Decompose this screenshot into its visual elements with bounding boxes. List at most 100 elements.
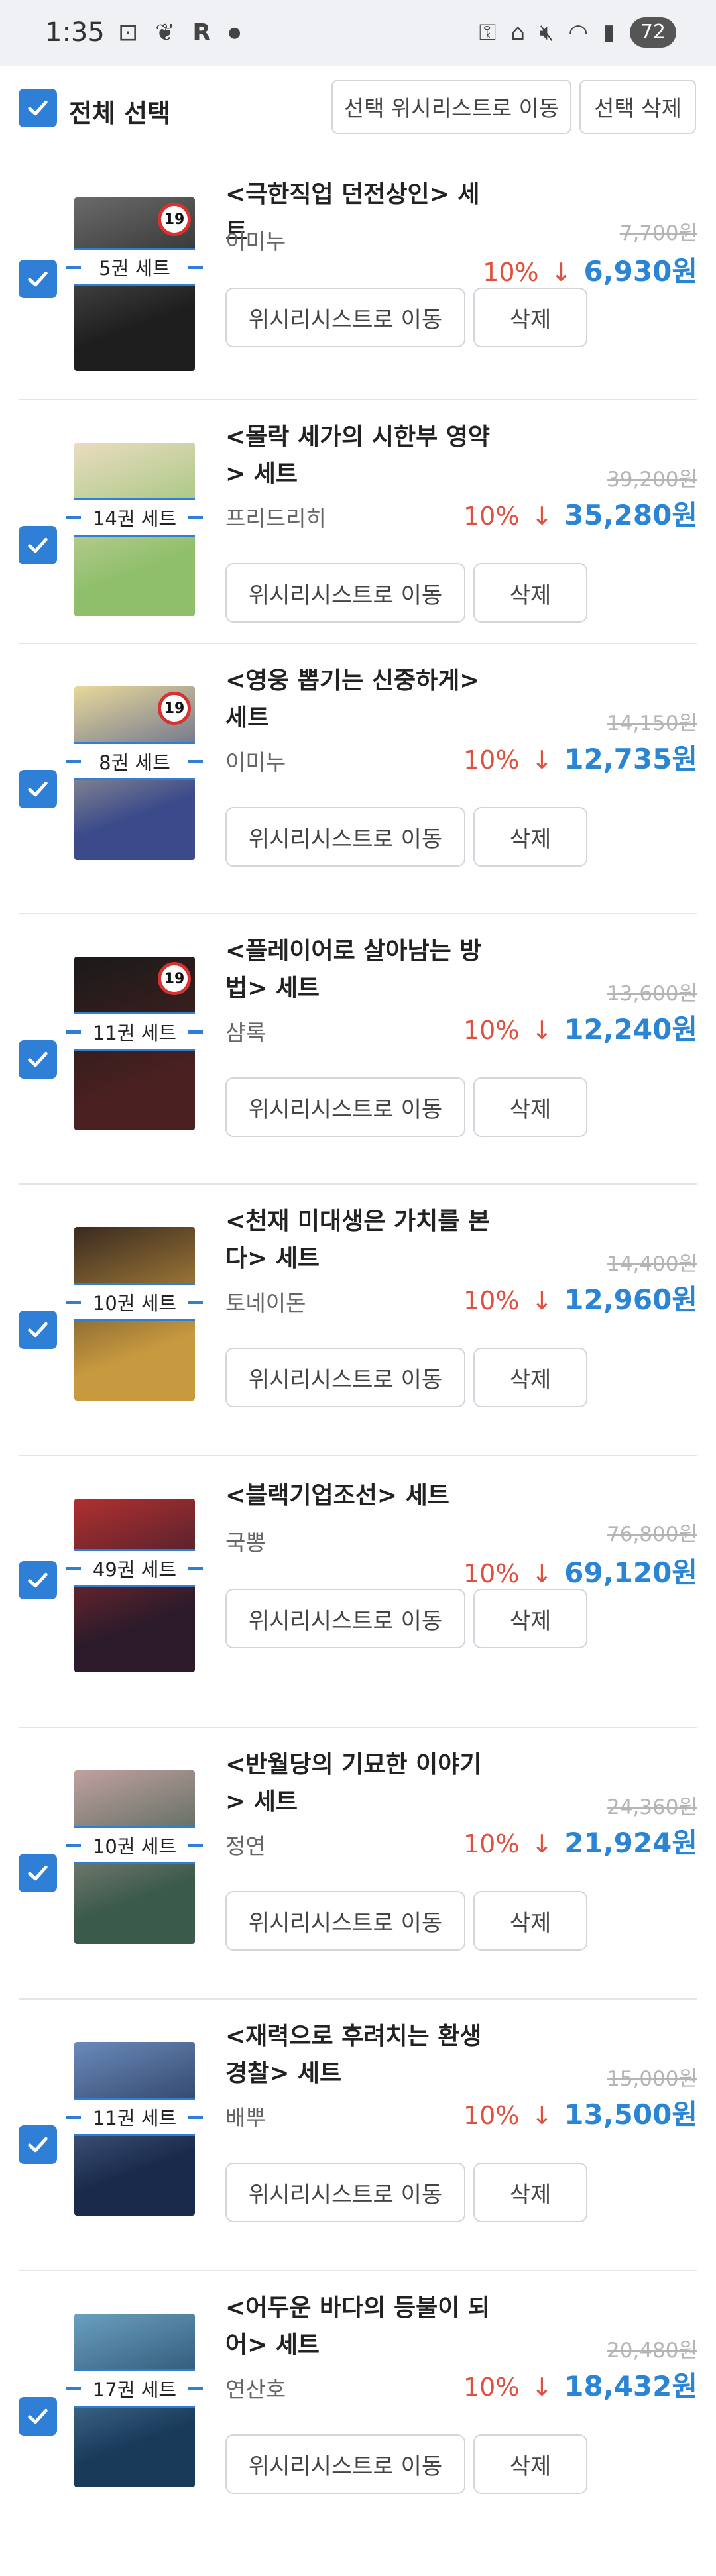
move-to-wishlist-button[interactable]: 위시리시스트로 이동: [225, 2163, 465, 2222]
cart-item: 19 11권 세트 <플레이어로 살아남는 방법> 세트 샴록 13,600원 …: [0, 933, 716, 1198]
item-title[interactable]: <블랙기업조선> 세트: [225, 1477, 491, 1515]
down-arrow-icon: ↓: [531, 1016, 553, 1045]
checkmark-icon: [28, 781, 48, 797]
delete-item-button[interactable]: 삭제: [473, 1589, 587, 1648]
item-author: 토네이돈: [225, 1290, 306, 1316]
item-checkbox[interactable]: [19, 526, 57, 564]
checkmark-icon: [28, 1572, 48, 1588]
item-divider: [19, 643, 697, 644]
move-to-wishlist-button[interactable]: 위시리시스트로 이동: [225, 1348, 465, 1407]
delete-item-button[interactable]: 삭제: [473, 1348, 587, 1407]
down-arrow-icon: ↓: [531, 2373, 553, 2402]
age-rating-badge: 19: [158, 692, 191, 725]
item-divider: [19, 1727, 697, 1728]
item-title[interactable]: <영웅 뽑기는 신중하게> 세트: [225, 663, 491, 737]
original-price: 14,150원: [607, 712, 697, 735]
delete-item-button[interactable]: 삭제: [473, 807, 587, 867]
discount-rate: 10%: [463, 2101, 520, 2130]
delete-item-button[interactable]: 삭제: [473, 2434, 587, 2494]
set-count-badge: 11권 세트: [66, 1012, 203, 1051]
move-to-wishlist-button[interactable]: 위시리시스트로 이동: [225, 1077, 465, 1137]
move-to-wishlist-button[interactable]: 위시리시스트로 이동: [225, 1891, 465, 1951]
delete-selected-button[interactable]: 선택 삭제: [579, 80, 696, 134]
delete-item-button[interactable]: 삭제: [473, 1077, 587, 1137]
checkmark-icon: [28, 2137, 48, 2153]
status-left-icons: ⊡ ❦ R ●: [118, 19, 241, 48]
item-author: 이미누: [225, 749, 286, 775]
move-to-wishlist-button[interactable]: 위시리시스트로 이동: [225, 288, 465, 347]
age-rating-badge: 19: [158, 962, 191, 995]
discount-rate: 10%: [463, 2373, 520, 2402]
delete-item-button[interactable]: 삭제: [473, 288, 587, 347]
original-price: 24,360원: [607, 1796, 697, 1819]
delete-item-button[interactable]: 삭제: [473, 563, 587, 623]
sale-price: 12,960원: [564, 1283, 697, 1316]
original-price: 15,000원: [607, 2067, 697, 2091]
original-price: 14,400원: [607, 1252, 697, 1276]
item-checkbox[interactable]: [19, 770, 57, 808]
r-icon: R: [192, 19, 211, 46]
checkmark-icon: [28, 100, 48, 116]
price-row: 10% ↓ 18,432원: [463, 2364, 697, 2404]
discount-rate: 10%: [463, 502, 520, 531]
home-icon: ⌂: [510, 19, 525, 46]
item-author: 이미누: [225, 229, 286, 254]
item-title[interactable]: <어두운 바다의 등불이 되어> 세트: [225, 2290, 491, 2364]
item-checkbox[interactable]: [19, 1854, 57, 1892]
status-right-icons: ⚿ ⌂ 🔇︎ ◠ ▮ 72: [479, 17, 676, 48]
set-count-badge: 11권 세트: [66, 2098, 203, 2136]
price-row: 10% ↓ 12,960원: [463, 1277, 697, 1318]
item-author: 국뽕: [225, 1530, 266, 1556]
price-row: 10% ↓ 35,280원: [463, 493, 697, 533]
delete-item-button[interactable]: 삭제: [473, 1891, 587, 1951]
sale-price: 69,120원: [564, 1556, 697, 1589]
item-divider: [19, 2270, 697, 2271]
item-checkbox[interactable]: [19, 1311, 57, 1349]
battery-level: 72: [640, 21, 666, 44]
move-to-wishlist-button[interactable]: 위시리시스트로 이동: [225, 807, 465, 867]
item-title[interactable]: <몰락 세가의 시한부 영약> 세트: [225, 419, 491, 493]
checkmark-icon: [28, 537, 48, 553]
set-count-badge: 8권 세트: [66, 742, 203, 780]
cart-item: 49권 세트 <블랙기업조선> 세트 국뽕 76,800원 10% ↓ 69,1…: [0, 1475, 716, 1740]
discount-rate: 10%: [463, 745, 520, 775]
checkmark-icon: [28, 1051, 48, 1067]
down-arrow-icon: ↓: [531, 502, 553, 531]
select-all-label: 전체 선택: [69, 99, 171, 128]
price-row: 10% ↓ 12,735원: [463, 737, 697, 777]
item-title[interactable]: <반월당의 기묘한 이야기> 세트: [225, 1746, 491, 1821]
move-to-wishlist-button[interactable]: 위시리시스트로 이동: [225, 563, 465, 623]
move-to-wishlist-button[interactable]: 위시리시스트로 이동: [225, 1589, 465, 1648]
item-checkbox[interactable]: [19, 260, 57, 298]
item-checkbox[interactable]: [19, 2397, 57, 2436]
down-arrow-icon: ↓: [531, 1286, 553, 1315]
item-title[interactable]: <천재 미대생은 가치를 본다> 세트: [225, 1203, 491, 1277]
item-title[interactable]: <플레이어로 살아남는 방법> 세트: [225, 933, 491, 1007]
select-all-row: 전체 선택 선택 위시리스트로 이동 선택 삭제: [0, 66, 716, 152]
move-selected-to-wishlist-button[interactable]: 선택 위시리스트로 이동: [331, 80, 571, 134]
item-author: 정연: [225, 1833, 266, 1859]
item-divider: [19, 913, 697, 914]
cart-item: 17권 세트 <어두운 바다의 등불이 되어> 세트 연산호 20,480원 1…: [0, 2290, 716, 2555]
item-divider: [19, 1183, 697, 1185]
delete-item-button[interactable]: 삭제: [473, 2163, 587, 2222]
wifi-icon: ◠: [568, 19, 589, 46]
sale-price: 6,930원: [583, 255, 698, 288]
original-price: 7,700원: [619, 221, 697, 245]
item-author: 샴록: [225, 1020, 266, 1046]
cart-item: 11권 세트 <재력으로 후려치는 환생경찰> 세트 배뿌 15,000원 10…: [0, 2018, 716, 2283]
discount-rate: 10%: [463, 1016, 520, 1045]
move-to-wishlist-button[interactable]: 위시리시스트로 이동: [225, 2434, 465, 2494]
set-count-badge: 5권 세트: [66, 248, 203, 286]
item-divider: [19, 399, 697, 400]
item-checkbox[interactable]: [19, 1040, 57, 1079]
item-title[interactable]: <재력으로 후려치는 환생경찰> 세트: [225, 2018, 491, 2092]
set-count-badge: 49권 세트: [66, 1549, 203, 1587]
item-checkbox[interactable]: [19, 2125, 57, 2164]
item-author: 배뿌: [225, 2105, 266, 2131]
item-checkbox[interactable]: [19, 1561, 57, 1599]
set-count-badge: 10권 세트: [66, 1283, 203, 1321]
original-price: 20,480원: [607, 2339, 697, 2363]
age-rating-badge: 19: [158, 203, 191, 236]
select-all-checkbox[interactable]: [19, 89, 57, 127]
